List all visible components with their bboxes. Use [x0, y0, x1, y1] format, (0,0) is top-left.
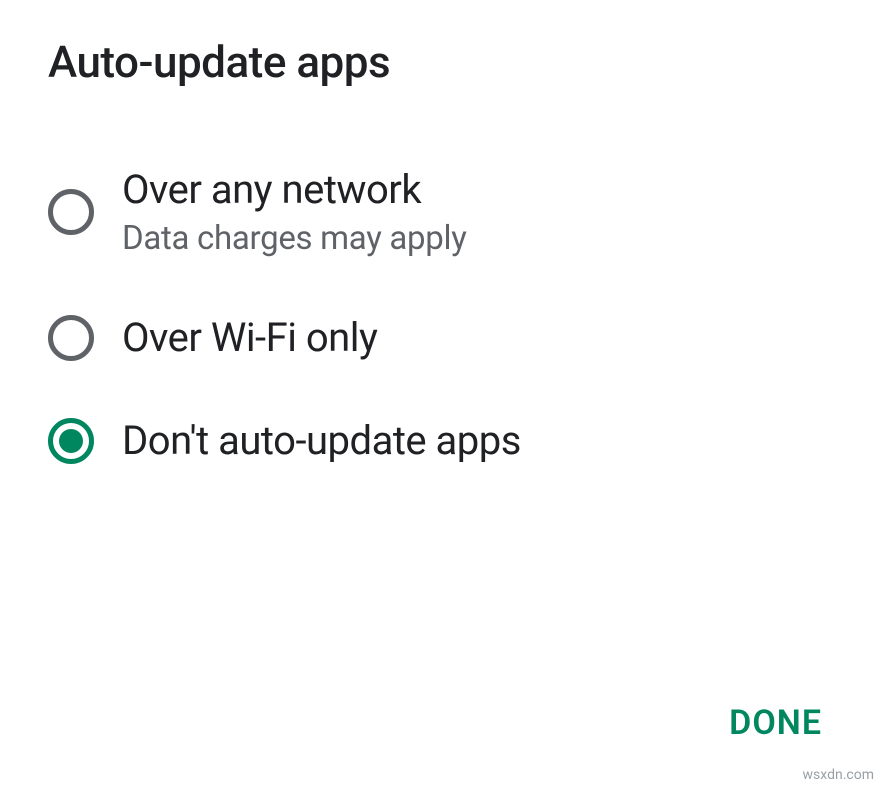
option-label: Over Wi-Fi only [122, 314, 377, 361]
option-sublabel: Data charges may apply [122, 219, 467, 258]
radio-option-dont-update[interactable]: Don't auto-update apps [48, 417, 832, 464]
radio-icon-unselected [48, 189, 94, 235]
option-label: Don't auto-update apps [122, 417, 521, 464]
dialog-title: Auto-update apps [48, 36, 832, 88]
radio-option-wifi-only[interactable]: Over Wi-Fi only [48, 314, 832, 361]
option-label: Over any network [122, 166, 467, 213]
option-text: Over Wi-Fi only [122, 314, 377, 361]
option-text: Over any network Data charges may apply [122, 166, 467, 258]
radio-option-any-network[interactable]: Over any network Data charges may apply [48, 166, 832, 258]
radio-option-list: Over any network Data charges may apply … [48, 166, 832, 464]
radio-icon-unselected [48, 315, 94, 361]
option-text: Don't auto-update apps [122, 417, 521, 464]
done-button[interactable]: DONE [729, 703, 822, 743]
watermark-text: wsxdn.com [803, 767, 874, 783]
radio-icon-selected [48, 418, 94, 464]
